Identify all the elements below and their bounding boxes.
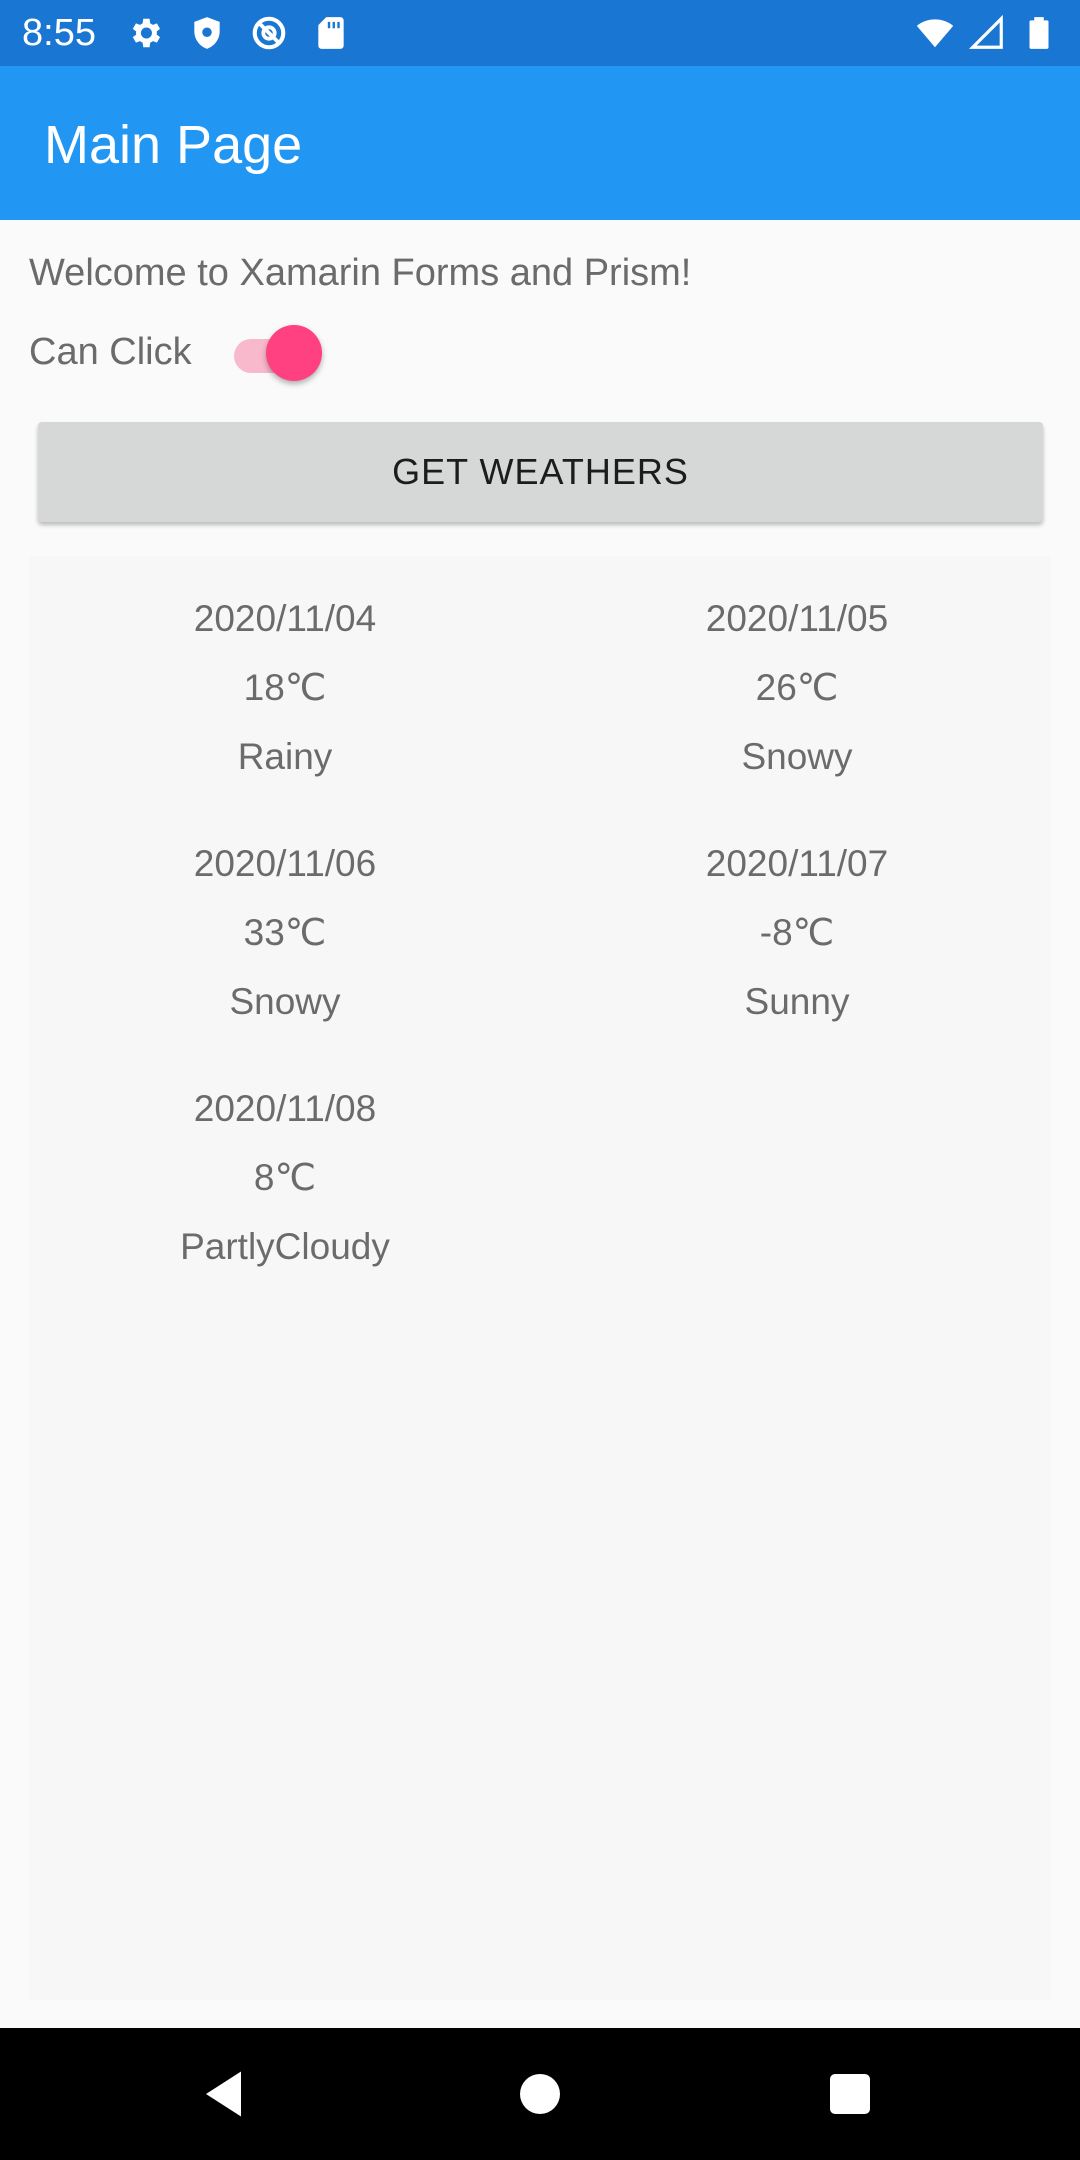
shield-icon <box>188 14 226 52</box>
recents-icon <box>830 2074 870 2114</box>
status-notification-icons <box>126 14 350 52</box>
weather-date: 2020/11/04 <box>193 598 377 639</box>
status-bar: 8:55 <box>0 0 1080 66</box>
status-system-icons <box>916 14 1058 52</box>
weather-condition: Rainy <box>237 736 333 777</box>
welcome-label: Welcome to Xamarin Forms and Prism! <box>29 252 692 294</box>
weather-item[interactable]: 2020/11/05 26℃ Snowy <box>541 584 1053 791</box>
back-icon <box>206 2071 241 2117</box>
status-time: 8:55 <box>22 12 96 54</box>
weather-temperature: 26℃ <box>755 667 839 708</box>
can-click-switch[interactable] <box>232 325 324 381</box>
weather-temperature: 18℃ <box>243 667 327 708</box>
weather-item[interactable]: 2020/11/08 8℃ PartlyCloudy <box>29 1074 541 1281</box>
get-weathers-button[interactable]: GET WEATHERS <box>38 422 1043 522</box>
weather-condition: Sunny <box>744 981 850 1022</box>
weather-date: 2020/11/05 <box>705 598 889 639</box>
navigation-bar <box>0 2028 1080 2160</box>
home-icon <box>520 2074 560 2114</box>
gear-icon <box>126 14 164 52</box>
weather-item[interactable]: 2020/11/06 33℃ Snowy <box>29 829 541 1036</box>
weather-condition: Snowy <box>741 736 853 777</box>
app-bar: Main Page <box>0 66 1080 220</box>
weather-date: 2020/11/08 <box>193 1088 377 1129</box>
weather-temperature: -8℃ <box>759 912 835 953</box>
weather-list[interactable]: 2020/11/04 18℃ Rainy 2020/11/05 26℃ Snow… <box>29 556 1051 2000</box>
weather-condition: PartlyCloudy <box>180 1226 390 1267</box>
battery-icon <box>1020 14 1058 52</box>
switch-thumb <box>266 325 322 381</box>
recents-button[interactable] <box>820 2064 880 2124</box>
weather-date: 2020/11/06 <box>193 843 377 884</box>
can-click-label: Can Click <box>29 331 192 373</box>
page-title: Main Page <box>44 115 303 175</box>
wifi-icon <box>916 14 954 52</box>
weather-temperature: 33℃ <box>243 912 327 953</box>
home-button[interactable] <box>510 2064 570 2124</box>
cell-signal-icon <box>968 14 1006 52</box>
at-sign-icon <box>250 14 288 52</box>
weather-temperature: 8℃ <box>253 1157 317 1198</box>
weather-item[interactable]: 2020/11/04 18℃ Rainy <box>29 584 541 791</box>
back-button[interactable] <box>196 2064 256 2124</box>
sd-card-icon <box>312 14 350 52</box>
weather-condition: Snowy <box>229 981 341 1022</box>
weather-date: 2020/11/07 <box>705 843 889 884</box>
weather-item[interactable]: 2020/11/07 -8℃ Sunny <box>541 829 1053 1036</box>
